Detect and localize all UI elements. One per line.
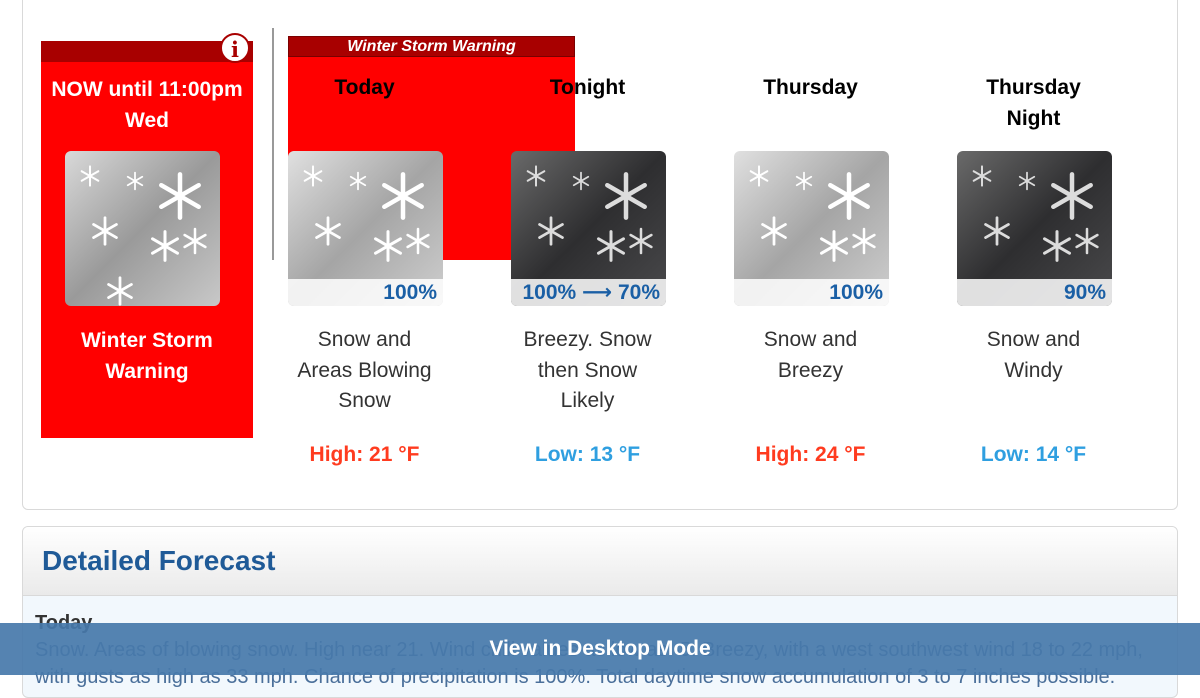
period-name: Today [334, 76, 395, 99]
short-description: Snow and Areas Blowing Snow [297, 328, 432, 412]
precip-chance: 100% [288, 279, 443, 306]
period-name: Tonight [549, 76, 626, 99]
forecast-image: 100% [734, 151, 889, 306]
period-name: Thursday Night [986, 76, 1081, 130]
detailed-forecast-heading: Detailed Forecast [42, 545, 276, 576]
detailed-forecast-header: Detailed Forecast [23, 527, 1177, 596]
warning-period: NOW until 11:00pm Wed [51, 78, 243, 132]
temperature: Low: 13 °F [534, 443, 641, 466]
forecast-image: 90% [957, 151, 1112, 306]
forecast-image: 100% ⟶ 70% [511, 151, 666, 306]
temperature: High: 24 °F [755, 443, 866, 466]
snow-image-svg [65, 151, 220, 306]
short-description: Snow and Breezy [763, 328, 858, 382]
precip-chance: 90% [957, 279, 1112, 306]
forecast-image: 100% [288, 151, 443, 306]
temperature: High: 21 °F [309, 443, 420, 466]
view-desktop-mode-button[interactable]: View in Desktop Mode [0, 623, 1200, 675]
info-icon[interactable]: i [220, 33, 250, 63]
temperature: Low: 14 °F [980, 443, 1087, 466]
precip-chance: 100% ⟶ 70% [511, 279, 666, 306]
winter-storm-warning-card[interactable]: i NOW until 11:00pm Wed Winter Storm War… [41, 33, 253, 438]
short-description: Snow and Windy [986, 328, 1081, 382]
divider [272, 28, 274, 260]
warning-label: Winter Storm Warning [81, 329, 213, 383]
warning-banner[interactable]: Winter Storm Warning [288, 36, 575, 57]
warning-snow-image [65, 151, 220, 311]
precip-chance: 100% [734, 279, 889, 306]
period-name: Thursday [763, 76, 858, 99]
short-description: Breezy. Snow then Snow Likely [523, 328, 652, 412]
